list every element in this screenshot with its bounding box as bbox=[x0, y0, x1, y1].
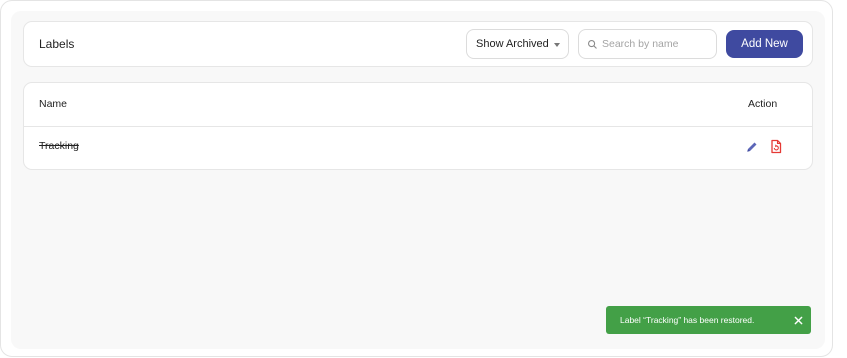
chevron-down-icon bbox=[554, 43, 560, 47]
column-header-name: Name bbox=[39, 98, 68, 110]
content-panel: Labels Show Archived Add New Name Action bbox=[11, 11, 825, 349]
pencil-icon[interactable] bbox=[745, 140, 759, 154]
toast-message: Label “Tracking” has been restored. bbox=[620, 315, 755, 325]
labels-toolbar: Labels Show Archived Add New bbox=[23, 21, 813, 67]
show-archived-label: Show Archived bbox=[476, 38, 549, 50]
table-row: Tracking bbox=[24, 127, 812, 170]
show-archived-dropdown[interactable]: Show Archived bbox=[466, 29, 569, 59]
search-input[interactable] bbox=[602, 35, 712, 53]
success-toast: Label “Tracking” has been restored. bbox=[606, 306, 811, 334]
close-icon[interactable] bbox=[791, 313, 805, 327]
labels-table: Name Action Tracking bbox=[23, 82, 813, 170]
column-header-action: Action bbox=[748, 98, 778, 110]
window-frame: Labels Show Archived Add New Name Action bbox=[0, 0, 833, 357]
add-new-button[interactable]: Add New bbox=[726, 30, 803, 58]
restore-document-icon[interactable] bbox=[769, 139, 783, 154]
label-name-cell: Tracking bbox=[39, 140, 79, 152]
search-box[interactable] bbox=[578, 29, 717, 59]
page-title: Labels bbox=[39, 37, 75, 51]
table-header: Name Action bbox=[24, 83, 812, 127]
search-icon bbox=[588, 40, 597, 49]
